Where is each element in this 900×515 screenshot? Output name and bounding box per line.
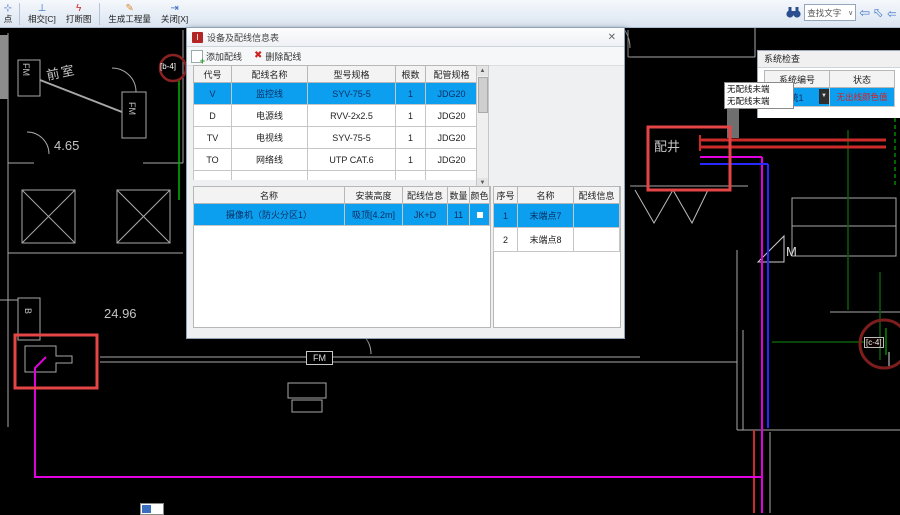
endpoint-table-header: 序号 名称 配线信息 (494, 187, 620, 204)
delete-wire-button[interactable]: ✖ 删除配线 (254, 50, 301, 63)
device-symbol-label: B (23, 308, 33, 314)
endpoint-table-container: 序号 名称 配线信息 1 末端点7 2 末端点8 (493, 186, 621, 328)
table-row[interactable]: TO 网络线 UTP CAT.6 1 JDG20 (194, 149, 478, 171)
device-table-header: 名称 安装高度 配线信息 数量 颜色 (194, 187, 490, 204)
table-row[interactable]: 2 末端点8 (494, 228, 620, 252)
column-header[interactable]: 配线信息 (403, 187, 448, 204)
shaft-label: 配井 (654, 136, 680, 155)
column-header[interactable]: 根数 (396, 66, 426, 83)
mini-widget[interactable] (140, 503, 164, 515)
toolbar-separator (19, 3, 20, 25)
column-header[interactable]: 代号 (194, 66, 232, 83)
table-row[interactable]: 1 末端点7 (494, 204, 620, 228)
dialog-titlebar[interactable]: I 设备及配线信息表 ✕ (187, 28, 624, 47)
table-row[interactable]: 摄像机（防火分区1） 吸顶[4.2m] JK+D 11 (194, 204, 490, 226)
break-icon: ϟ (76, 3, 81, 14)
tab-system-check[interactable]: 系统检查 (758, 51, 900, 68)
fm-door-label: FM (127, 102, 137, 115)
find-text-combobox[interactable]: 查找文字 ∨ (804, 4, 856, 21)
tooltip-line: 无配线未端 (727, 83, 791, 95)
device-table-container: 名称 安装高度 配线信息 数量 颜色 摄像机（防火分区1） 吸顶[4.2m] J… (193, 186, 491, 328)
tooltip-line: 无配线末端 (727, 95, 791, 107)
find-next-button[interactable]: ⇦ (870, 4, 887, 21)
quantity-icon: ✎ (125, 3, 133, 14)
fm-valve-label: FM (306, 351, 333, 365)
callout-ref-top: [b-4] (160, 62, 176, 71)
column-header[interactable]: 配线信息 (574, 187, 620, 204)
dimension-label: 24.96 (104, 306, 137, 321)
system-dropdown-button[interactable]: ▼ (819, 89, 829, 104)
main-toolbar: ⊹ 点 ⊥ 相交[C] ϟ 打断图 ✎ 生成工程量 ⇥ 关闭[X] 查找文字 ∨… (0, 0, 900, 28)
wire-table-header: 代号 配线名称 型号规格 根数 配管规格 (194, 66, 478, 83)
binoculars-icon (786, 6, 801, 19)
toolbar-button-partial[interactable]: ⊹ 点 (0, 1, 16, 27)
toolbar-separator (99, 3, 100, 25)
device-table: 名称 安装高度 配线信息 数量 颜色 摄像机（防火分区1） 吸顶[4.2m] J… (193, 186, 490, 226)
wire-table-container: 代号 配线名称 型号规格 根数 配管规格 V 监控线 SYV-75-5 1 JD… (193, 65, 489, 180)
column-header[interactable]: 数量 (448, 187, 470, 204)
column-header[interactable]: 名称 (518, 187, 574, 204)
table-row[interactable]: D 电源线 RVV-2x2.5 1 JDG20 (194, 105, 478, 127)
wire-table: 代号 配线名称 型号规格 根数 配管规格 V 监控线 SYV-75-5 1 JD… (193, 65, 478, 180)
wiring-info-dialog: I 设备及配线信息表 ✕ 添加配线 ✖ 删除配线 代号 配线名称 型号规格 根数… (186, 27, 625, 339)
status-badge: 无出线颜色值 (830, 88, 895, 107)
table-row[interactable]: V 监控线 SYV-75-5 1 JDG20 (194, 83, 478, 105)
motor-label: M (786, 244, 797, 259)
fm-door-label: FM (21, 63, 31, 76)
break-button[interactable]: ϟ 打断图 (61, 1, 97, 27)
chevron-down-icon: ∨ (848, 9, 853, 17)
add-wire-icon (191, 50, 203, 63)
intersect-button[interactable]: ⊥ 相交[C] (23, 1, 61, 27)
wire-table-scrollbar[interactable]: ▲ ▼ (476, 65, 489, 189)
intersect-icon: ⊥ (38, 3, 47, 14)
column-header[interactable]: 颜色 (470, 187, 490, 204)
mini-widget-icon (142, 505, 151, 513)
find-prev-button[interactable]: ⇦ (859, 6, 870, 19)
column-header[interactable]: 名称 (194, 187, 345, 204)
column-header[interactable]: 序号 (494, 187, 518, 204)
find-text-value: 查找文字 (807, 7, 848, 19)
scroll-up-icon[interactable]: ▲ (477, 66, 488, 76)
callout-ref-bottom: [c-4] (864, 337, 884, 348)
app-icon: I (192, 32, 203, 43)
close-tool-icon: ⇥ (170, 3, 178, 14)
dimension-label: 4.65 (54, 138, 79, 153)
dialog-close-button[interactable]: ✕ (605, 32, 619, 43)
column-header[interactable]: 配线名称 (232, 66, 308, 83)
delete-wire-icon: ✖ (254, 51, 262, 61)
node-icon: ⊹ (4, 3, 12, 14)
table-row[interactable] (194, 171, 478, 181)
status-tooltip: 无配线未端 无配线末端 (724, 82, 794, 109)
column-header[interactable]: 型号规格 (308, 66, 396, 83)
color-swatch (477, 212, 483, 218)
table-row[interactable]: TV 电视线 SYV-75-5 1 JDG20 (194, 127, 478, 149)
find-text-cluster: 查找文字 ∨ ⇦ ⇦ ⇦ (786, 4, 896, 21)
column-header[interactable]: 状态 (830, 71, 895, 88)
close-tool-button[interactable]: ⇥ 关闭[X] (156, 1, 193, 27)
dialog-toolbar: 添加配线 ✖ 删除配线 (187, 47, 624, 66)
wire-route-magenta (35, 357, 762, 477)
generate-quantity-button[interactable]: ✎ 生成工程量 (103, 1, 156, 27)
column-header[interactable]: 安装高度 (345, 187, 403, 204)
scrollbar-thumb[interactable] (478, 77, 488, 113)
highlight-box-camera (15, 335, 97, 388)
endpoint-table: 序号 名称 配线信息 1 末端点7 2 末端点8 (493, 186, 620, 252)
column-header[interactable]: 配管规格 (426, 66, 478, 83)
dialog-title: 设备及配线信息表 (207, 31, 605, 44)
add-wire-button[interactable]: 添加配线 (191, 50, 242, 63)
toolbar-overflow-icon[interactable]: ⇦ (887, 5, 896, 20)
